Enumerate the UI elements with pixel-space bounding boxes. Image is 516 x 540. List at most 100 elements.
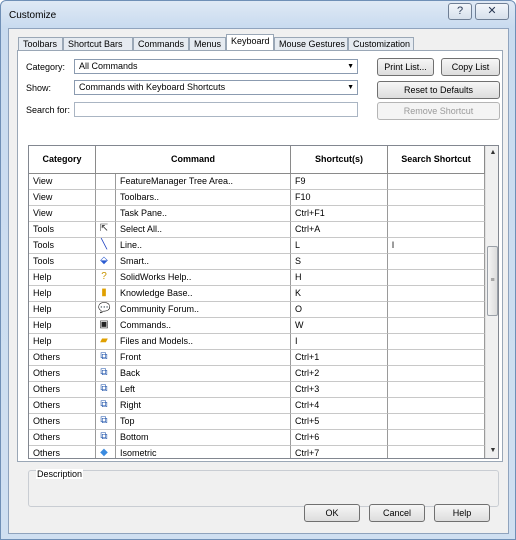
row-search-shortcut[interactable] — [388, 414, 485, 430]
row-shortcut[interactable]: O — [291, 302, 388, 318]
scroll-thumb[interactable]: ≡ — [487, 246, 498, 316]
tab-toolbars[interactable]: Toolbars — [18, 37, 63, 51]
row-search-shortcut[interactable] — [388, 446, 485, 458]
row-shortcut[interactable]: H — [291, 270, 388, 286]
row-category: Others — [29, 350, 96, 366]
left-view-cube-icon: ⧉ — [100, 383, 108, 394]
ok-button[interactable]: OK — [304, 504, 360, 522]
table-row[interactable]: Help ▮ Knowledge Base.. K — [29, 286, 485, 302]
row-search-shortcut[interactable] — [388, 174, 485, 190]
row-icon-cell: ⧉ — [96, 350, 116, 366]
row-shortcut[interactable]: Ctrl+7 — [291, 446, 388, 458]
vertical-scrollbar[interactable]: ▲ ≡ ▼ — [485, 146, 498, 458]
tab-mouse-gestures[interactable]: Mouse Gestures — [274, 37, 348, 51]
tab-commands[interactable]: Commands — [133, 37, 189, 51]
row-shortcut[interactable]: Ctrl+5 — [291, 414, 388, 430]
table-row[interactable]: Help ▰ Files and Models.. I — [29, 334, 485, 350]
table-row[interactable]: Others ⧉ Left Ctrl+3 — [29, 382, 485, 398]
row-icon-cell: ? — [96, 270, 116, 286]
search-input[interactable] — [74, 102, 358, 117]
row-search-shortcut[interactable] — [388, 302, 485, 318]
category-label: Category: — [26, 62, 66, 72]
row-search-shortcut[interactable] — [388, 254, 485, 270]
solidworks-help-icon: ? — [101, 271, 107, 282]
row-shortcut[interactable]: Ctrl+6 — [291, 430, 388, 446]
table-row[interactable]: Others ⧉ Top Ctrl+5 — [29, 414, 485, 430]
row-search-shortcut[interactable] — [388, 318, 485, 334]
row-command: SolidWorks Help.. — [116, 270, 291, 286]
table-row[interactable]: View FeatureManager Tree Area.. F9 — [29, 174, 485, 190]
remove-shortcut-button[interactable]: Remove Shortcut — [377, 102, 500, 120]
header-search-shortcut[interactable]: Search Shortcut — [388, 146, 485, 174]
cancel-button[interactable]: Cancel — [369, 504, 425, 522]
row-search-shortcut[interactable]: l — [388, 238, 485, 254]
reset-to-defaults-button[interactable]: Reset to Defaults — [377, 81, 500, 99]
row-search-shortcut[interactable] — [388, 222, 485, 238]
row-category: Others — [29, 366, 96, 382]
row-search-shortcut[interactable] — [388, 382, 485, 398]
row-shortcut[interactable]: I — [291, 334, 388, 350]
row-search-shortcut[interactable] — [388, 366, 485, 382]
row-category: View — [29, 206, 96, 222]
table-row[interactable]: Others ⧉ Front Ctrl+1 — [29, 350, 485, 366]
table-row[interactable]: Tools ╲ Line.. Ll — [29, 238, 485, 254]
row-icon-cell: ╲ — [96, 238, 116, 254]
row-command: Back — [116, 366, 291, 382]
row-category: Help — [29, 334, 96, 350]
help-button[interactable]: Help — [434, 504, 490, 522]
row-search-shortcut[interactable] — [388, 430, 485, 446]
tab-customization[interactable]: Customization — [348, 37, 414, 51]
row-shortcut[interactable]: S — [291, 254, 388, 270]
row-shortcut[interactable]: Ctrl+2 — [291, 366, 388, 382]
close-button[interactable]: ✕ — [475, 3, 509, 20]
scroll-down-icon[interactable]: ▼ — [486, 444, 498, 458]
row-search-shortcut[interactable] — [388, 206, 485, 222]
table-row[interactable]: View Task Pane.. Ctrl+F1 — [29, 206, 485, 222]
copy-list-button[interactable]: Copy List — [441, 58, 500, 76]
row-shortcut[interactable]: F9 — [291, 174, 388, 190]
row-shortcut[interactable]: W — [291, 318, 388, 334]
header-category[interactable]: Category — [29, 146, 96, 174]
table-row[interactable]: Others ⧉ Bottom Ctrl+6 — [29, 430, 485, 446]
table-row[interactable]: Help 💬 Community Forum.. O — [29, 302, 485, 318]
keyboard-panel: Category: All Commands ▼ Show: Commands … — [17, 50, 503, 507]
row-command: Toolbars.. — [116, 190, 291, 206]
category-select[interactable]: All Commands ▼ — [74, 59, 358, 74]
show-select[interactable]: Commands with Keyboard Shortcuts ▼ — [74, 80, 358, 95]
row-shortcut[interactable]: Ctrl+A — [291, 222, 388, 238]
help-title-button[interactable]: ? — [448, 3, 472, 20]
tab-shortcut-bars[interactable]: Shortcut Bars — [63, 37, 133, 51]
table-row[interactable]: Help ▣ Commands.. W — [29, 318, 485, 334]
header-shortcuts[interactable]: Shortcut(s) — [291, 146, 388, 174]
row-icon-cell: ⧉ — [96, 366, 116, 382]
table-row[interactable]: Help? SolidWorks Help.. H — [29, 270, 485, 286]
row-command: Front — [116, 350, 291, 366]
table-row[interactable]: Tools ⇱ Select All.. Ctrl+A — [29, 222, 485, 238]
row-shortcut[interactable]: L — [291, 238, 388, 254]
row-search-shortcut[interactable] — [388, 334, 485, 350]
tab-menus[interactable]: Menus — [189, 37, 226, 51]
row-shortcut[interactable]: Ctrl+4 — [291, 398, 388, 414]
row-shortcut[interactable]: Ctrl+F1 — [291, 206, 388, 222]
row-search-shortcut[interactable] — [388, 350, 485, 366]
title-bar[interactable]: Customize ? ✕ — [1, 1, 515, 29]
line-sketch-icon: ╲ — [100, 239, 108, 250]
table-row[interactable]: View Toolbars.. F10 — [29, 190, 485, 206]
row-search-shortcut[interactable] — [388, 270, 485, 286]
print-list-button[interactable]: Print List... — [377, 58, 434, 76]
table-row[interactable]: Tools ⬙ Smart.. S — [29, 254, 485, 270]
category-select-value: All Commands — [79, 61, 138, 71]
row-search-shortcut[interactable] — [388, 286, 485, 302]
row-shortcut[interactable]: F10 — [291, 190, 388, 206]
row-shortcut[interactable]: Ctrl+3 — [291, 382, 388, 398]
row-search-shortcut[interactable] — [388, 398, 485, 414]
header-command[interactable]: Command — [96, 146, 291, 174]
table-row[interactable]: Others ◆ Isometric Ctrl+7 — [29, 446, 485, 458]
row-category: View — [29, 174, 96, 190]
scroll-up-icon[interactable]: ▲ — [486, 146, 498, 160]
row-search-shortcut[interactable] — [388, 190, 485, 206]
table-row[interactable]: Others ⧉ Back Ctrl+2 — [29, 366, 485, 382]
row-shortcut[interactable]: K — [291, 286, 388, 302]
row-shortcut[interactable]: Ctrl+1 — [291, 350, 388, 366]
table-row[interactable]: Others ⧉ Right Ctrl+4 — [29, 398, 485, 414]
